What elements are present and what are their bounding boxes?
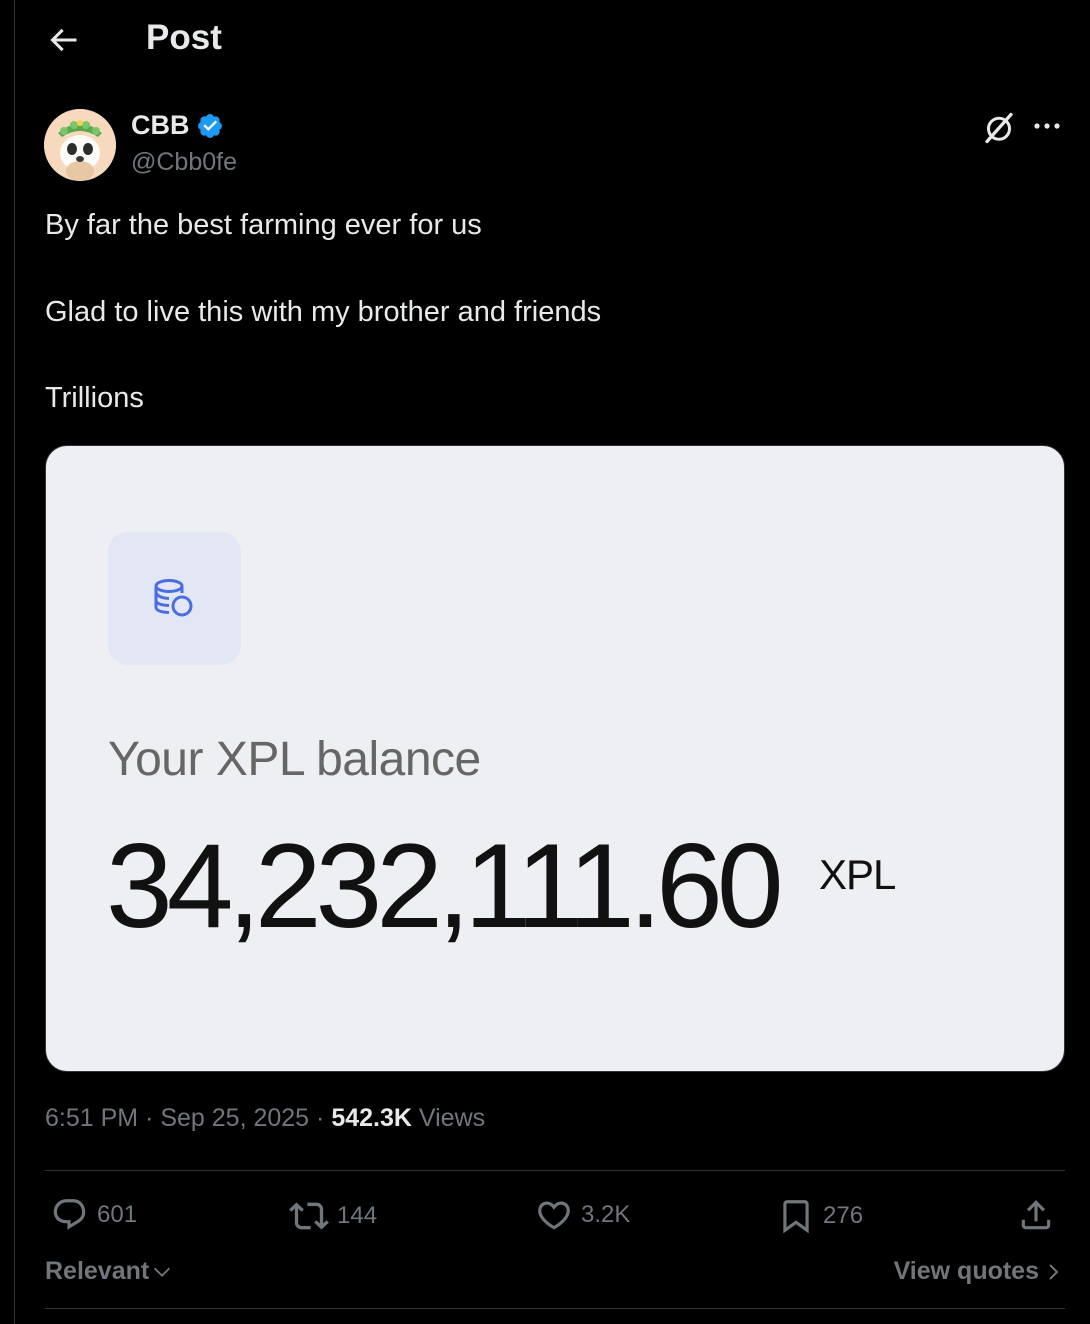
sort-replies-button[interactable]: Relevant (45, 1257, 173, 1286)
author-name[interactable]: CBB (131, 110, 190, 141)
reply-count: 601 (97, 1201, 138, 1228)
balance-unit: XPL (819, 851, 896, 898)
bookmark-count: 276 (823, 1202, 864, 1229)
author-name-row[interactable]: CBB (131, 110, 224, 141)
post-column: Post CBB @Cbb0fe By far the best farming… (14, 0, 1090, 1324)
verified-badge-icon (197, 113, 222, 138)
heart-icon (538, 1201, 570, 1230)
divider (45, 1308, 1065, 1309)
repost-count: 144 (337, 1202, 378, 1229)
tweet-text-line: Trillions (45, 382, 144, 414)
views-label: Views (418, 1104, 486, 1132)
sort-label: Relevant (45, 1257, 150, 1285)
view-quotes-label: View quotes (893, 1257, 1039, 1285)
more-horizontal-icon (1034, 123, 1060, 129)
post-meta: 6:51 PM · Sep 25, 2025 · 542.3K Views (45, 1104, 485, 1133)
tweet-text-line: Glad to live this with my brother and fr… (45, 296, 602, 328)
page-title: Post (146, 18, 222, 57)
share-icon (1021, 1200, 1051, 1230)
meta-separator: · (316, 1104, 325, 1132)
post-date[interactable]: Sep 25, 2025 (160, 1104, 309, 1132)
balance-label: Your XPL balance (108, 733, 481, 786)
coin-icon-box (108, 532, 241, 665)
view-quotes-link[interactable]: View quotes (894, 1257, 1061, 1286)
reply-button[interactable]: 601 (51, 1196, 137, 1234)
chevron-down-icon (154, 1267, 171, 1277)
meta-separator: · (145, 1104, 154, 1132)
views-count: 542.3K (331, 1104, 412, 1132)
repost-button[interactable]: 144 (289, 1196, 377, 1236)
arrow-left-icon (50, 28, 77, 52)
bookmark-button[interactable]: 276 (777, 1196, 863, 1236)
chevron-right-icon (1049, 1263, 1059, 1280)
back-button[interactable] (45, 22, 81, 58)
media-image[interactable]: Your XPL balance 34,232,111.60 XPL (45, 445, 1065, 1072)
more-button[interactable] (1027, 112, 1067, 144)
grok-icon (985, 112, 1013, 144)
grok-button[interactable] (981, 110, 1017, 146)
like-count: 3.2K (581, 1201, 631, 1228)
author-handle[interactable]: @Cbb0fe (131, 148, 237, 177)
coins-icon (154, 579, 193, 617)
divider (45, 1170, 1065, 1171)
reply-icon (53, 1199, 86, 1230)
post-time[interactable]: 6:51 PM (45, 1104, 138, 1132)
top-bar: Post (15, 0, 1090, 80)
avatar-image (44, 109, 116, 181)
tweet-text-line: By far the best farming ever for us (45, 209, 482, 241)
balance-value: 34,232,111.60 (106, 819, 784, 953)
avatar[interactable] (44, 109, 116, 181)
repost-icon (289, 1202, 329, 1230)
bookmark-icon (783, 1200, 809, 1234)
like-button[interactable]: 3.2K (535, 1196, 630, 1234)
share-button[interactable] (1017, 1196, 1055, 1234)
